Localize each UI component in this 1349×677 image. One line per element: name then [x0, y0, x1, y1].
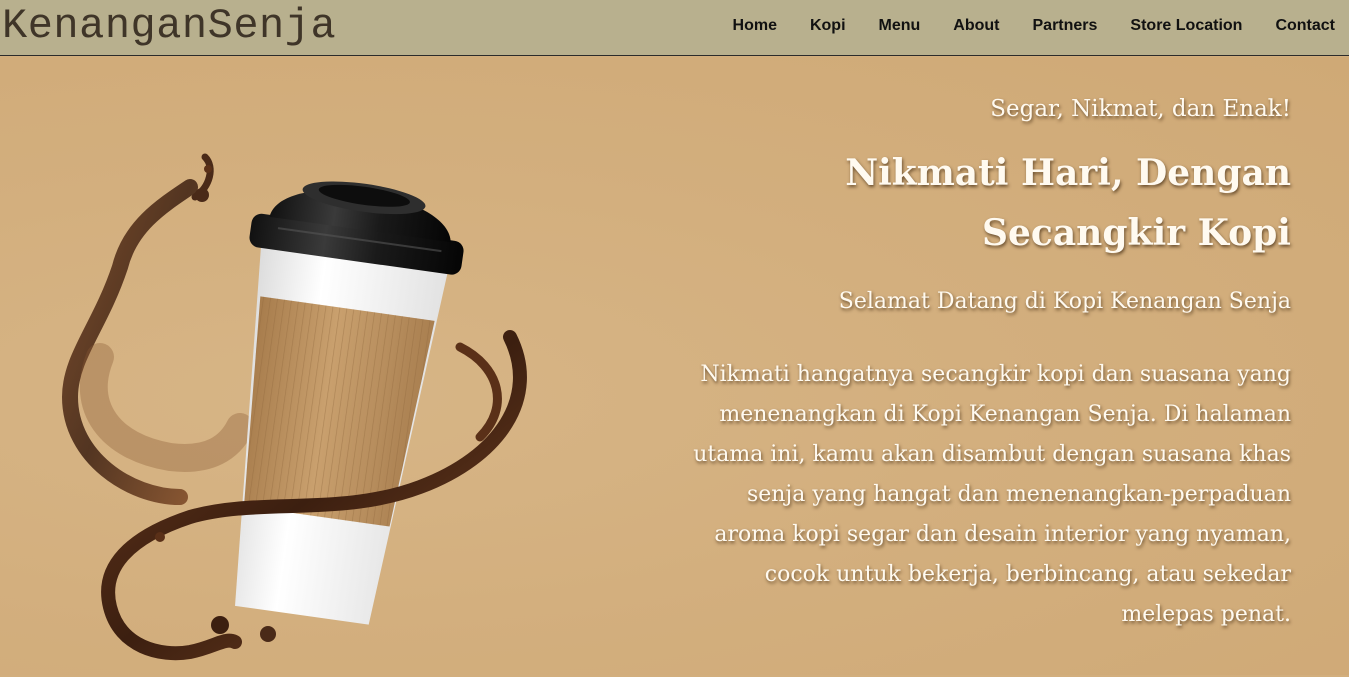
hero-headline: Nikmati Hari, Dengan Secangkir Kopi [671, 143, 1291, 263]
nav-link-contact[interactable]: Contact [1275, 17, 1335, 35]
nav-links: Home Kopi Menu About Partners Store Loca… [700, 0, 1335, 52]
hero-welcome-text: Selamat Datang di Kopi Kenangan Senja [838, 289, 1291, 314]
hero-headline-line1: Nikmati Hari, Dengan [845, 152, 1291, 194]
nav-link-partners[interactable]: Partners [1033, 17, 1098, 35]
brand-logo[interactable]: KenanganSenja [2, 2, 336, 50]
hero-description: Nikmati hangatnya secangkir kopi dan sua… [693, 362, 1291, 627]
coffee-cup-illustration [61, 153, 527, 661]
top-navbar: KenanganSenja Home Kopi Menu About Partn… [0, 0, 1349, 56]
nav-link-kopi[interactable]: Kopi [810, 17, 846, 35]
nav-link-about[interactable]: About [953, 17, 999, 35]
nav-link-store-location[interactable]: Store Location [1130, 17, 1242, 35]
hero-text-block: Segar, Nikmat, dan Enak! Nikmati Hari, D… [671, 93, 1291, 635]
nav-link-menu[interactable]: Menu [879, 17, 921, 35]
hero-section: Segar, Nikmat, dan Enak! Nikmati Hari, D… [0, 57, 1349, 675]
hero-headline-line2: Secangkir Kopi [982, 212, 1291, 254]
nav-link-home[interactable]: Home [733, 17, 777, 35]
hero-tagline: Segar, Nikmat, dan Enak! [990, 96, 1291, 122]
